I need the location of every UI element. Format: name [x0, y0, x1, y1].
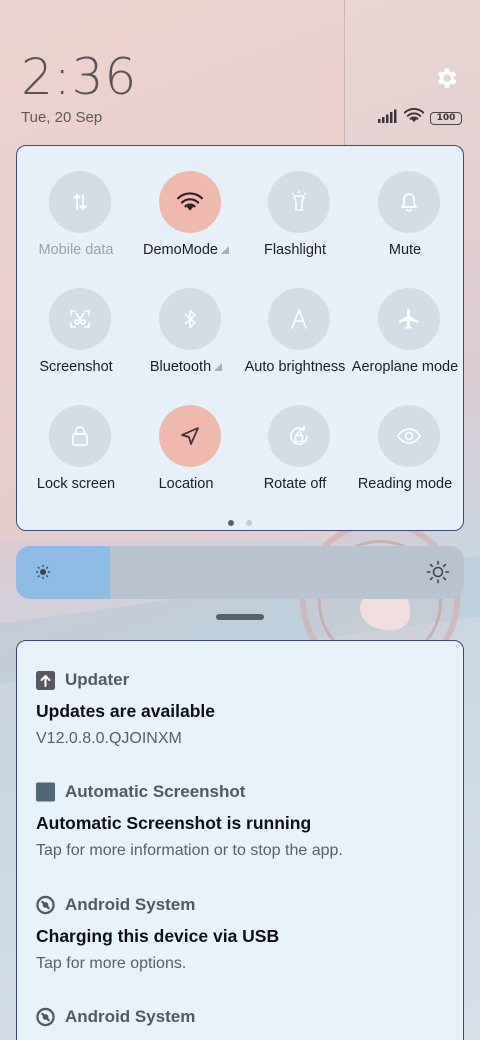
tile-label-text: Mobile data [38, 242, 114, 258]
tile-label-text: Aeroplane mode [351, 359, 459, 375]
tile-location[interactable]: Location [131, 380, 241, 492]
screenshot-icon[interactable] [49, 288, 111, 350]
drag-handle[interactable] [216, 614, 264, 620]
tile-label-text: Location [158, 476, 214, 492]
expand-triangle-icon[interactable] [220, 246, 229, 254]
notification-panel: Updater Updates are available V12.0.8.0.QJ… [16, 640, 464, 1040]
tile-reading-mode[interactable]: Reading mode [350, 380, 460, 492]
tile-label-text: Reading mode [357, 476, 453, 492]
tile-label-text: Mute [388, 242, 422, 258]
tile-label: Mobile data [13, 242, 139, 258]
tile-label: Auto brightness [232, 359, 358, 375]
status-icons: 100 [378, 108, 462, 128]
tile-mute[interactable]: Mute [350, 146, 460, 258]
tile-label-text: Auto brightness [244, 359, 346, 375]
app-square-icon [36, 782, 55, 802]
tile-label-text: Lock screen [36, 476, 116, 492]
tile-label-text: DemoMode [143, 242, 218, 258]
tile-label: Aeroplane mode [342, 359, 468, 375]
tile-label: Location [123, 476, 249, 492]
tile-label: Rotate off [232, 476, 358, 492]
notification-title: Automatic Screenshot is running [36, 813, 312, 833]
rotate-icon[interactable] [268, 405, 330, 467]
notification-header: Android System [36, 893, 456, 917]
brightness-fill[interactable] [16, 546, 111, 599]
brightness-high-icon [426, 560, 450, 589]
tile-demomode[interactable]: DemoMode [131, 146, 241, 258]
notification-header: Automatic Screenshot [36, 780, 456, 804]
notification-app-name: Android System [65, 1007, 196, 1026]
tile-lock-screen[interactable]: Lock screen [21, 380, 131, 492]
signal-icon [378, 109, 398, 128]
date[interactable]: Tue, 20 Sep [21, 109, 102, 126]
notification-item[interactable]: Updater Updates are available V12.0.8.0.QJ… [36, 668, 456, 748]
lock-icon[interactable] [49, 405, 111, 467]
battery-icon: 100 [430, 111, 462, 125]
eye-icon[interactable] [378, 405, 440, 467]
tile-label: DemoMode [123, 242, 249, 258]
tile-label: Mute [342, 242, 468, 258]
tile-label-text: Rotate off [263, 476, 327, 492]
tile-aeroplane-mode[interactable]: Aeroplane mode [350, 263, 460, 375]
notification-body: Tap for more options. [36, 955, 187, 972]
mobile-data-icon[interactable] [49, 171, 111, 233]
page-indicator [17, 520, 463, 526]
notification-title: Charging this device via USB [36, 926, 280, 946]
wifi-status-icon [403, 108, 425, 128]
notification-app-name: Updater [65, 670, 130, 689]
tile-rotate-off[interactable]: Rotate off [240, 380, 350, 492]
android-system-icon [36, 895, 55, 915]
tile-label-text: Bluetooth [149, 359, 212, 375]
expand-triangle-icon[interactable] [214, 363, 223, 371]
auto-brightness-icon[interactable] [268, 288, 330, 350]
notification-item[interactable]: Android System [36, 1005, 456, 1029]
android-system-icon [36, 1007, 55, 1027]
tile-label: Screenshot [13, 359, 139, 375]
quick-settings-panel: Mobile data DemoMode Flashlight Mute Screens… [16, 145, 464, 531]
notification-app-name: Android System [65, 895, 196, 914]
tile-mobile-data[interactable]: Mobile data [21, 146, 131, 258]
wallpaper-line [344, 0, 345, 150]
update-arrow-icon [36, 670, 55, 690]
bluetooth-icon[interactable] [159, 288, 221, 350]
notification-item[interactable]: Android System Charging this device via U… [36, 893, 456, 973]
tile-label: Bluetooth [123, 359, 249, 375]
tile-flashlight[interactable]: Flashlight [240, 146, 350, 258]
wifi-icon[interactable] [159, 171, 221, 233]
tile-label: Reading mode [342, 476, 468, 492]
notification-item[interactable]: Automatic Screenshot Automatic Screenshot… [36, 780, 456, 860]
page-dot-2[interactable] [246, 520, 252, 526]
notification-body: Tap for more information or to stop the … [36, 842, 343, 859]
tile-label-text: Flashlight [263, 242, 327, 258]
notification-header: Updater [36, 668, 456, 692]
notification-header: Android System [36, 1005, 456, 1029]
tile-label-text: Screenshot [39, 359, 113, 375]
notification-title: Updates are available [36, 701, 215, 721]
brightness-slider[interactable] [16, 546, 464, 599]
brightness-low-icon [35, 564, 51, 585]
tile-bluetooth[interactable]: Bluetooth [131, 263, 241, 375]
airplane-icon[interactable] [378, 288, 440, 350]
tile-auto-brightness[interactable]: Auto brightness [240, 263, 350, 375]
tile-screenshot[interactable]: Screenshot [21, 263, 131, 375]
location-icon[interactable] [159, 405, 221, 467]
bell-icon[interactable] [378, 171, 440, 233]
notification-app-name: Automatic Screenshot [65, 782, 246, 801]
flashlight-icon[interactable] [268, 171, 330, 233]
tile-label: Lock screen [13, 476, 139, 492]
settings-gear-icon[interactable] [433, 65, 459, 91]
tile-label: Flashlight [232, 242, 358, 258]
notification-body: V12.0.8.0.QJOINXM [36, 730, 182, 747]
page-dot-1[interactable] [228, 520, 234, 526]
clock[interactable]: 2:36 [21, 48, 137, 106]
